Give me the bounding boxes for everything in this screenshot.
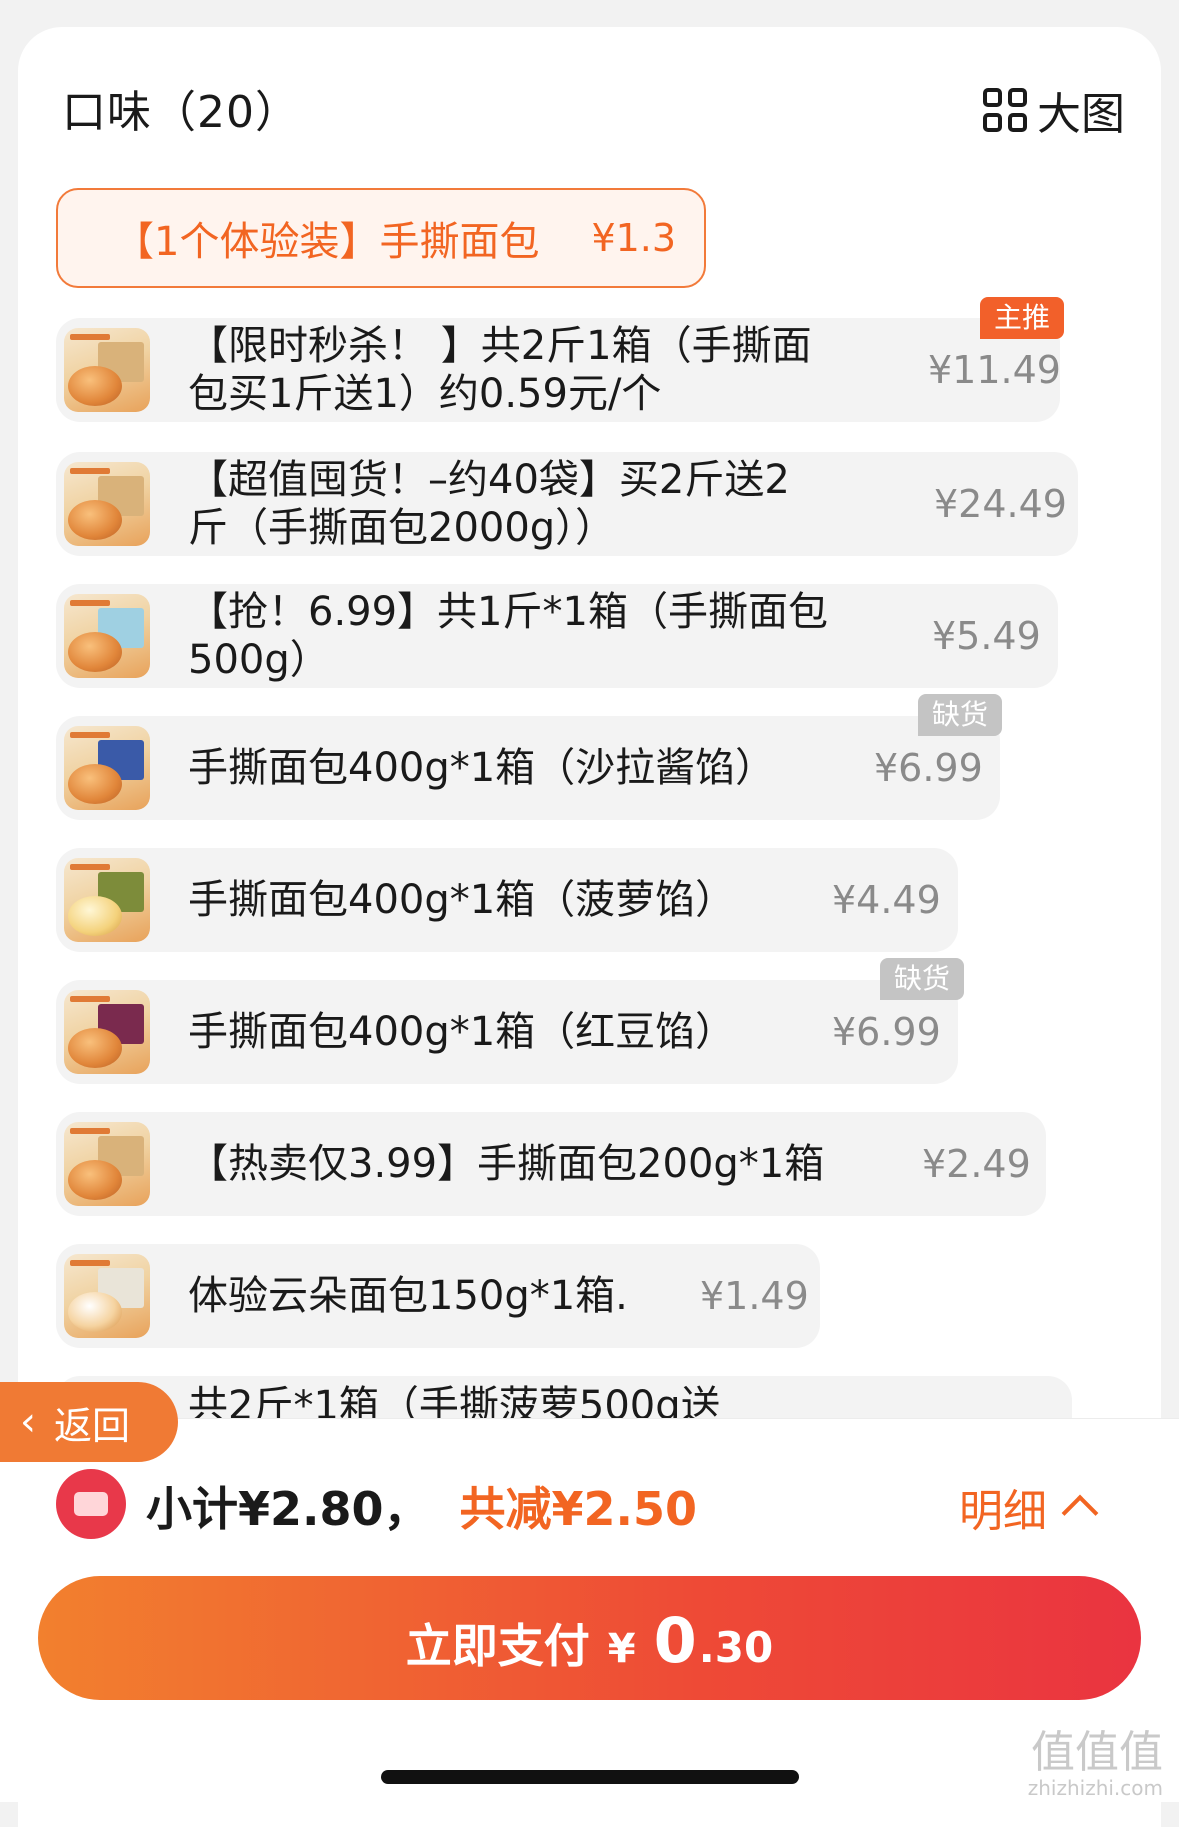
product-thumbnail	[64, 462, 150, 546]
option-item[interactable]: 手撕面包400g*1箱（沙拉酱馅） ¥6.99	[56, 716, 1000, 820]
option-name: 【限时秒杀！ 】共2斤1箱（手撕面 包买1斤送1）约0.59元/个	[188, 323, 812, 417]
option-name: 【热卖仅3.99】手撕面包200g*1箱	[188, 1141, 825, 1187]
selected-option-chip[interactable]: 【1个体验装】手撕面包 ¥1.3	[56, 188, 706, 288]
option-name: 【超值囤货！–约40袋】买2斤送2 斤（手撕面包2000g））	[188, 457, 790, 551]
out-of-stock-badge: 缺货	[918, 694, 1003, 736]
option-price: ¥5.49	[932, 614, 1041, 658]
watermark: 值值值 zhizhizhi.com	[1027, 1727, 1163, 1800]
product-thumbnail	[64, 990, 150, 1074]
option-name: 体验云朵面包150g*1箱.	[188, 1273, 628, 1319]
option-item[interactable]: 手撕面包400g*1箱（红豆馅） ¥6.99	[56, 980, 958, 1084]
option-item[interactable]: 【限时秒杀！ 】共2斤1箱（手撕面 包买1斤送1）约0.59元/个 ¥11.49	[56, 318, 1061, 422]
product-thumbnail	[64, 1254, 150, 1338]
option-name: 【抢！6.99】共1斤*1箱（手撕面包 500g）	[188, 589, 828, 683]
option-price: ¥4.49	[832, 878, 941, 922]
back-label: 返回	[54, 1403, 131, 1448]
pay-amount-decimal: .30	[698, 1623, 774, 1672]
detail-toggle[interactable]: 明细	[959, 1475, 1099, 1539]
option-name: 手撕面包400g*1箱（沙拉酱馅）	[188, 745, 776, 791]
option-name: 手撕面包400g*1箱（红豆馅）	[188, 1009, 736, 1055]
option-item[interactable]: 体验云朵面包150g*1箱. ¥1.49	[56, 1244, 820, 1348]
product-thumbnail	[64, 1122, 150, 1206]
back-button[interactable]: ‹ 返回	[0, 1382, 178, 1462]
pay-amount-integer: 0	[653, 1604, 697, 1677]
chevron-up-icon	[1061, 1494, 1099, 1532]
discount-amount: 共减¥2.50	[459, 1482, 698, 1536]
option-item[interactable]: 手撕面包400g*1箱（菠萝馅） ¥4.49	[56, 848, 958, 952]
big-view-label: 大图	[1037, 89, 1125, 140]
pay-currency: ¥	[607, 1626, 636, 1672]
out-of-stock-badge: 缺货	[880, 958, 965, 1000]
option-price: ¥2.49	[922, 1142, 1031, 1186]
chevron-left-icon: ‹	[20, 1399, 36, 1445]
checkout-bar: 小计¥2.80， 共减¥2.50 明细 立即支付 ¥ 0 .30 值值值 zhiz…	[0, 1418, 1179, 1802]
product-thumbnail	[64, 594, 150, 678]
subtotal-text: 小计¥2.80， 共减¥2.50	[146, 1473, 697, 1539]
detail-label: 明细	[959, 1486, 1047, 1537]
option-item[interactable]: 【超值囤货！–约40袋】买2斤送2 斤（手撕面包2000g）） ¥24.49	[56, 452, 1078, 556]
flavor-title: 口味（20）	[62, 87, 300, 138]
selected-option-price: ¥1.3	[591, 216, 677, 260]
option-name: 手撕面包400g*1箱（菠萝馅）	[188, 877, 736, 923]
grid-icon	[983, 88, 1027, 132]
option-price: ¥6.99	[832, 1010, 941, 1054]
selected-option-label: 【1个体验装】手撕面包	[114, 219, 540, 265]
option-price: ¥6.99	[874, 746, 983, 790]
option-price: ¥24.49	[934, 482, 1067, 526]
subtotal-amount: 小计¥2.80，	[146, 1482, 430, 1536]
coupon-icon	[56, 1469, 126, 1539]
pay-now-button[interactable]: 立即支付 ¥ 0 .30	[38, 1576, 1141, 1700]
option-price: ¥11.49	[928, 348, 1061, 392]
option-price: ¥1.49	[700, 1274, 809, 1318]
option-item[interactable]: 【热卖仅3.99】手撕面包200g*1箱 ¥2.49	[56, 1112, 1046, 1216]
product-thumbnail	[64, 328, 150, 412]
big-view-toggle[interactable]: 大图	[983, 78, 1125, 142]
product-thumbnail	[64, 726, 150, 810]
pay-label: 立即支付	[405, 1619, 590, 1673]
recommend-badge: 主推	[980, 297, 1065, 339]
product-thumbnail	[64, 858, 150, 942]
option-item[interactable]: 【抢！6.99】共1斤*1箱（手撕面包 500g） ¥5.49	[56, 584, 1058, 688]
home-indicator	[381, 1770, 799, 1784]
